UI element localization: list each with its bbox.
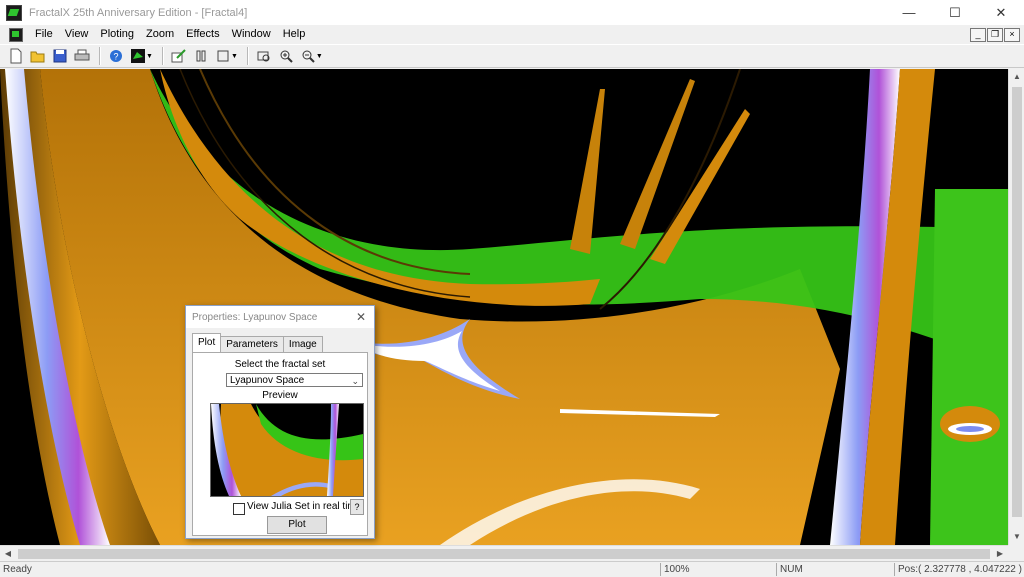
status-zoom: 100% <box>660 563 774 576</box>
menu-help[interactable]: Help <box>277 26 312 43</box>
dialog-title-bar[interactable]: Properties: Lyapunov Space ✕ <box>186 306 374 328</box>
status-bar: Ready 100% NUM Pos:( 2.327778 , 4.047222… <box>0 561 1024 577</box>
window-title: FractalX 25th Anniversary Edition - [Fra… <box>29 6 248 19</box>
preview-image <box>210 403 364 497</box>
mdi-close-button[interactable]: × <box>1004 28 1020 42</box>
menu-window[interactable]: Window <box>226 26 277 43</box>
dialog-title: Properties: Lyapunov Space <box>192 311 318 323</box>
julia-realtime-checkbox[interactable] <box>233 503 245 515</box>
zoom-icon[interactable] <box>254 46 274 66</box>
preview-label: Preview <box>262 390 298 401</box>
menu-ploting[interactable]: Ploting <box>94 26 140 43</box>
dialog-close-icon[interactable]: ✕ <box>356 310 366 324</box>
tab-plot[interactable]: Plot <box>192 333 222 352</box>
maximize-button[interactable]: ☐ <box>932 0 978 25</box>
fractal-dropdown-icon[interactable]: ▼ <box>146 53 153 60</box>
zoom-out-icon[interactable] <box>298 46 318 66</box>
tab-parameters[interactable]: Parameters <box>220 336 284 352</box>
fractal-canvas[interactable] <box>0 69 1008 545</box>
title-bar: FractalX 25th Anniversary Edition - [Fra… <box>0 0 1024 25</box>
close-button[interactable]: ✕ <box>978 0 1024 25</box>
print-icon[interactable] <box>72 46 92 66</box>
status-position: Pos:( 2.327778 , 4.047222 ) <box>894 563 1022 576</box>
scroll-left-icon[interactable]: ◀ <box>0 546 16 562</box>
menu-effects[interactable]: Effects <box>180 26 225 43</box>
toolbar-separator <box>246 47 249 65</box>
fractal-icon[interactable] <box>128 46 148 66</box>
app-icon <box>6 4 22 21</box>
horizontal-scrollbar[interactable]: ◀ ▶ <box>0 545 1008 562</box>
status-ready: Ready <box>3 564 32 575</box>
vertical-scrollbar[interactable]: ▲ ▼ <box>1008 69 1024 545</box>
scroll-right-icon[interactable]: ▶ <box>992 546 1008 562</box>
dialog-tabs: Plot Parameters Image <box>192 333 323 352</box>
toolbar-separator <box>161 47 164 65</box>
vertical-scroll-thumb[interactable] <box>1012 87 1022 517</box>
properties-dialog: Properties: Lyapunov Space ✕ Plot Parame… <box>185 305 375 539</box>
fractal-set-select[interactable]: Lyapunov Space ⌄ <box>226 373 363 387</box>
chevron-down-icon: ⌄ <box>351 376 359 386</box>
zoom-dropdown-icon[interactable]: ▼ <box>316 53 323 60</box>
plot-icon[interactable] <box>169 46 189 66</box>
zoom-in-icon[interactable] <box>276 46 296 66</box>
pause-icon[interactable] <box>191 46 211 66</box>
document-icon[interactable] <box>9 27 23 42</box>
status-num: NUM <box>776 563 890 576</box>
select-fractal-label: Select the fractal set <box>234 359 326 370</box>
scroll-down-icon[interactable]: ▼ <box>1009 529 1024 545</box>
toolbar-separator <box>99 47 101 65</box>
menu-view[interactable]: View <box>59 26 95 43</box>
scroll-up-icon[interactable]: ▲ <box>1009 69 1024 85</box>
mdi-minimize-button[interactable]: _ <box>970 28 986 42</box>
fractal-image <box>0 69 1008 545</box>
minimize-button[interactable]: — <box>886 0 932 25</box>
mdi-controls: _ ❐ × <box>970 28 1020 42</box>
toolbar: ? ▼ ▼ ▼ <box>0 44 1024 68</box>
tab-image[interactable]: Image <box>282 336 323 352</box>
open-icon[interactable] <box>28 46 48 66</box>
horizontal-scroll-thumb[interactable] <box>18 549 990 559</box>
fractal-set-value: Lyapunov Space <box>230 375 305 386</box>
svg-text:?: ? <box>113 52 118 62</box>
menu-zoom[interactable]: Zoom <box>140 26 180 43</box>
help-icon[interactable]: ? <box>106 46 126 66</box>
julia-realtime-label: View Julia Set in real time <box>247 501 362 512</box>
plot-tab-panel: Select the fractal set Lyapunov Space ⌄ … <box>192 352 368 536</box>
menu-file[interactable]: File <box>29 26 59 43</box>
mdi-restore-button[interactable]: ❐ <box>987 28 1003 42</box>
help-button[interactable]: ? <box>350 499 364 515</box>
scroll-corner <box>1008 545 1024 561</box>
effects-dropdown-icon[interactable]: ▼ <box>231 53 238 60</box>
save-icon[interactable] <box>50 46 70 66</box>
stop-icon[interactable] <box>213 46 233 66</box>
plot-button[interactable]: Plot <box>267 516 327 534</box>
new-icon[interactable] <box>6 46 26 66</box>
menu-bar: File View Ploting Zoom Effects Window He… <box>0 25 1024 44</box>
